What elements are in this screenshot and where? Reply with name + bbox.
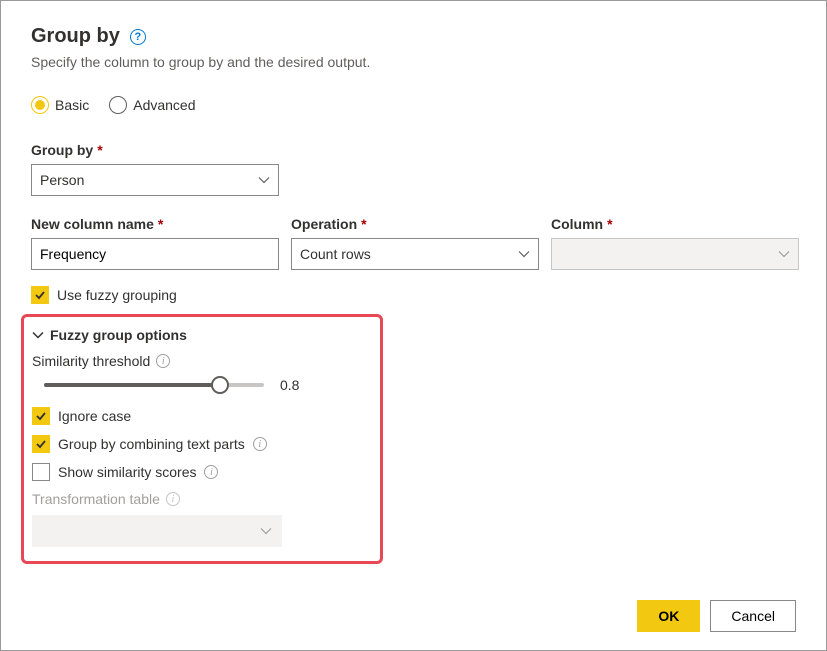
mode-radio-group: Basic Advanced — [31, 96, 796, 114]
info-icon[interactable]: i — [253, 437, 267, 451]
check-icon — [35, 410, 47, 422]
operation-select[interactable]: Count rows — [291, 238, 539, 270]
info-icon[interactable]: i — [156, 354, 170, 368]
group-by-select[interactable]: Person — [31, 164, 279, 196]
radio-advanced[interactable]: Advanced — [109, 96, 195, 114]
ok-button[interactable]: OK — [637, 600, 700, 632]
combine-text-label: Group by combining text parts — [58, 436, 245, 452]
combine-text-checkbox[interactable] — [32, 435, 50, 453]
help-icon[interactable]: ? — [130, 29, 146, 45]
column-select — [551, 238, 799, 270]
chevron-down-icon — [32, 329, 44, 341]
required-marker: * — [361, 216, 366, 232]
radio-basic-label: Basic — [55, 97, 89, 113]
required-marker: * — [97, 142, 102, 158]
combine-text-row: Group by combining text parts i — [32, 435, 368, 453]
show-scores-label: Show similarity scores — [58, 464, 196, 480]
similarity-label: Similarity threshold — [32, 353, 150, 369]
transform-table-label: Transformation table — [32, 491, 160, 507]
similarity-slider-row: 0.8 — [32, 377, 368, 393]
check-icon — [34, 289, 46, 301]
fuzzy-section-toggle[interactable]: Fuzzy group options — [32, 327, 368, 343]
group-by-value: Person — [40, 172, 84, 188]
dialog-header: Group by ? — [31, 25, 796, 48]
similarity-label-row: Similarity threshold i — [32, 353, 368, 369]
operation-value: Count rows — [300, 246, 371, 262]
column-field: Column* — [551, 216, 799, 270]
dialog-subtitle: Specify the column to group by and the d… — [31, 54, 796, 70]
new-column-field: New column name* — [31, 216, 279, 270]
radio-circle-icon — [109, 96, 127, 114]
dialog-title: Group by — [31, 25, 120, 48]
transform-table-label-row: Transformation table i — [32, 491, 368, 507]
group-by-dialog: Group by ? Specify the column to group b… — [0, 0, 827, 651]
group-by-label: Group by* — [31, 142, 796, 158]
new-column-label: New column name* — [31, 216, 279, 232]
ignore-case-row: Ignore case — [32, 407, 368, 425]
radio-basic[interactable]: Basic — [31, 96, 89, 114]
chevron-down-icon — [518, 248, 530, 260]
info-icon[interactable]: i — [204, 465, 218, 479]
group-by-field: Group by* Person — [31, 142, 796, 196]
dialog-footer: OK Cancel — [637, 600, 796, 632]
required-marker: * — [607, 216, 612, 232]
show-scores-checkbox[interactable] — [32, 463, 50, 481]
chevron-down-icon — [258, 174, 270, 186]
use-fuzzy-checkbox[interactable] — [31, 286, 49, 304]
operation-field: Operation* Count rows — [291, 216, 539, 270]
cancel-button[interactable]: Cancel — [710, 600, 796, 632]
use-fuzzy-label: Use fuzzy grouping — [57, 287, 177, 303]
similarity-slider[interactable] — [44, 383, 264, 387]
operation-label: Operation* — [291, 216, 539, 232]
ignore-case-label: Ignore case — [58, 408, 131, 424]
new-column-input-wrap — [31, 238, 279, 270]
fuzzy-options-section: Fuzzy group options Similarity threshold… — [21, 314, 383, 564]
column-label: Column* — [551, 216, 799, 232]
use-fuzzy-row: Use fuzzy grouping — [31, 286, 796, 304]
radio-advanced-label: Advanced — [133, 97, 195, 113]
show-scores-row: Show similarity scores i — [32, 463, 368, 481]
fuzzy-section-title: Fuzzy group options — [50, 327, 187, 343]
info-icon: i — [166, 492, 180, 506]
slider-thumb[interactable] — [211, 376, 229, 394]
chevron-down-icon — [778, 248, 790, 260]
similarity-value: 0.8 — [280, 377, 310, 393]
chevron-down-icon — [260, 525, 272, 537]
transform-table-select — [32, 515, 282, 547]
aggregation-row: New column name* Operation* Count rows C… — [31, 216, 796, 270]
slider-fill — [44, 383, 220, 387]
radio-circle-icon — [31, 96, 49, 114]
new-column-input[interactable] — [40, 246, 270, 262]
required-marker: * — [158, 216, 163, 232]
ignore-case-checkbox[interactable] — [32, 407, 50, 425]
check-icon — [35, 438, 47, 450]
